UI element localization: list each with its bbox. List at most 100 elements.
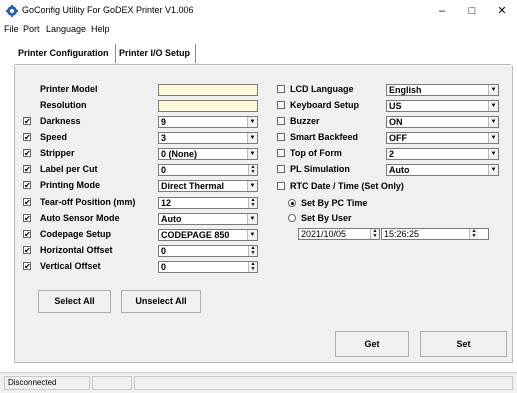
setting-label: Printer Model: [40, 84, 98, 94]
setting-checkbox[interactable]: ✔: [23, 181, 31, 190]
dropdown-arrow-icon[interactable]: ▼: [488, 85, 498, 95]
spin-down-icon[interactable]: ▼: [250, 170, 256, 175]
dropdown-arrow-icon[interactable]: ▼: [247, 117, 257, 127]
dropdown-arrow-icon[interactable]: ▼: [247, 230, 257, 240]
setting-value-field[interactable]: Auto ▼: [386, 164, 499, 176]
setting-value-field[interactable]: Direct Thermal ▼: [158, 180, 258, 192]
rtc-date-value: 2021/10/05: [301, 229, 347, 239]
setting-checkbox[interactable]: ✔: [23, 214, 31, 223]
spin-down-icon[interactable]: ▼: [250, 267, 256, 272]
tab-divider: [14, 64, 511, 65]
setting-checkbox[interactable]: ✔: [23, 198, 31, 207]
status-cell-3: [134, 376, 513, 390]
menu-file[interactable]: File: [4, 24, 19, 34]
dropdown-arrow-icon[interactable]: ▼: [488, 117, 498, 127]
setting-value: 9: [161, 117, 167, 127]
tab-printer-configuration[interactable]: Printer Configuration: [14, 44, 116, 63]
setting-checkbox[interactable]: ✔: [23, 246, 31, 255]
setting-checkbox[interactable]: [277, 133, 285, 141]
spin-down-icon[interactable]: ▼: [250, 251, 256, 256]
setting-checkbox[interactable]: ✔: [23, 117, 31, 126]
dropdown-arrow-icon[interactable]: ▼: [247, 181, 257, 191]
dropdown-arrow-icon[interactable]: ▼: [488, 149, 498, 159]
setting-checkbox[interactable]: [277, 165, 285, 173]
menu-help[interactable]: Help: [91, 24, 110, 34]
setting-value-field[interactable]: US ▼: [386, 100, 499, 112]
spinner[interactable]: ▲ ▼: [248, 246, 257, 256]
dropdown-arrow-icon[interactable]: ▼: [247, 214, 257, 224]
spin-down-icon[interactable]: ▼: [250, 203, 256, 208]
spinner[interactable]: ▲ ▼: [248, 165, 257, 175]
setting-value-field[interactable]: 2 ▼: [386, 148, 499, 160]
rtc-time-field[interactable]: 15:26:25 ▲ ▼: [381, 228, 489, 240]
setting-value-field[interactable]: Auto ▼: [158, 213, 258, 225]
rtc-checkbox[interactable]: [277, 182, 285, 190]
set-button[interactable]: Set: [420, 331, 507, 357]
rtc-date-field[interactable]: 2021/10/05 ▲ ▼: [298, 228, 380, 240]
setting-checkbox[interactable]: [277, 101, 285, 109]
set-by-pc-time-radio[interactable]: [288, 199, 296, 207]
spin-down-icon[interactable]: ▼: [471, 234, 477, 239]
setting-value: ON: [389, 117, 403, 127]
setting-label: PL Simulation: [290, 164, 350, 174]
setting-value: 3: [161, 133, 167, 143]
setting-value-field[interactable]: 9 ▼: [158, 116, 258, 128]
dropdown-arrow-icon[interactable]: ▼: [247, 149, 257, 159]
setting-value: Auto: [161, 214, 182, 224]
setting-value-field[interactable]: English ▼: [386, 84, 499, 96]
setting-label: Label per Cut: [40, 164, 98, 174]
setting-value-field[interactable]: 0 ▲ ▼: [158, 261, 258, 273]
unselect-all-button[interactable]: Unselect All: [121, 290, 201, 313]
setting-label: Printing Mode: [40, 180, 100, 190]
dropdown-arrow-icon[interactable]: ▼: [247, 133, 257, 143]
setting-checkbox[interactable]: ✔: [23, 230, 31, 239]
setting-label: Vertical Offset: [40, 261, 101, 271]
rtc-date-spinner[interactable]: ▲ ▼: [370, 229, 379, 239]
setting-checkbox[interactable]: ✔: [23, 262, 31, 271]
menu-port[interactable]: Port: [23, 24, 40, 34]
dropdown-arrow-icon[interactable]: ▼: [488, 133, 498, 143]
set-by-user-label: Set By User: [301, 213, 352, 223]
setting-value: Auto: [389, 165, 410, 175]
spinner[interactable]: ▲ ▼: [248, 262, 257, 272]
get-button[interactable]: Get: [335, 331, 409, 357]
setting-checkbox[interactable]: [277, 117, 285, 125]
setting-value: US: [389, 101, 402, 111]
setting-value: 2: [389, 149, 395, 159]
set-by-user-radio[interactable]: [288, 214, 296, 222]
rtc-time-spinner[interactable]: ▲ ▼: [469, 229, 478, 239]
window-title: GoConfig Utility For GoDEX Printer V1.00…: [22, 5, 194, 15]
dropdown-arrow-icon[interactable]: ▼: [488, 101, 498, 111]
menu-language[interactable]: Language: [46, 24, 86, 34]
setting-value-field[interactable]: 0 (None) ▼: [158, 148, 258, 160]
spin-down-icon[interactable]: ▼: [372, 234, 378, 239]
setting-checkbox[interactable]: ✔: [23, 165, 31, 174]
setting-value-field[interactable]: 0 ▲ ▼: [158, 245, 258, 257]
setting-checkbox[interactable]: [277, 85, 285, 93]
setting-label: Smart Backfeed: [290, 132, 359, 142]
setting-checkbox[interactable]: [277, 149, 285, 157]
setting-value-field[interactable]: OFF ▼: [386, 132, 499, 144]
minimize-button[interactable]: –: [427, 0, 457, 22]
setting-value-field[interactable]: [158, 100, 258, 112]
tab-printer-io-setup[interactable]: Printer I/O Setup: [115, 44, 196, 63]
setting-label: Tear-off Position (mm): [40, 197, 136, 207]
spinner[interactable]: ▲ ▼: [248, 198, 257, 208]
setting-value-field[interactable]: 0 ▲ ▼: [158, 164, 258, 176]
setting-value-field[interactable]: [158, 84, 258, 96]
close-button[interactable]: ✕: [487, 0, 517, 22]
setting-label: Auto Sensor Mode: [40, 213, 120, 223]
setting-value: 0: [161, 246, 167, 256]
set-by-pc-time-label: Set By PC Time: [301, 198, 368, 208]
setting-checkbox[interactable]: ✔: [23, 149, 31, 158]
select-all-button[interactable]: Select All: [38, 290, 111, 313]
maximize-button[interactable]: □: [457, 0, 487, 22]
setting-value: 0 (None): [161, 149, 197, 159]
setting-value-field[interactable]: 3 ▼: [158, 132, 258, 144]
setting-label: Horizontal Offset: [40, 245, 113, 255]
setting-checkbox[interactable]: ✔: [23, 133, 31, 142]
setting-value-field[interactable]: 12 ▲ ▼: [158, 197, 258, 209]
setting-value-field[interactable]: ON ▼: [386, 116, 499, 128]
setting-value-field[interactable]: CODEPAGE 850 ▼: [158, 229, 258, 241]
dropdown-arrow-icon[interactable]: ▼: [488, 165, 498, 175]
